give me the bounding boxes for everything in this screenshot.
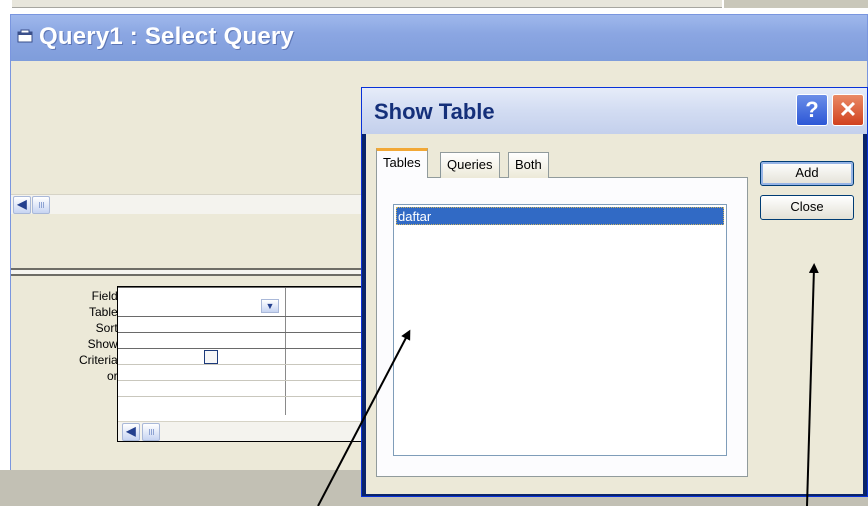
parent-toolbar-edge-right	[724, 0, 868, 8]
grid-line	[118, 316, 372, 317]
tab-both[interactable]: Both	[508, 152, 549, 178]
row-label-field: Field:	[91, 289, 121, 303]
dialog-body: Tables Queries Both daftar Add Close	[366, 134, 863, 494]
tables-tab-panel: daftar	[376, 177, 748, 477]
help-icon: ?	[805, 97, 819, 122]
help-button[interactable]: ?	[796, 94, 828, 126]
design-grid[interactable]: ▼ ◀	[117, 286, 382, 442]
dialog-title: Show Table	[374, 99, 495, 124]
dialog-close-x-button[interactable]: ✕	[832, 94, 864, 126]
scroll-thumb[interactable]	[32, 196, 50, 214]
query-window-icon	[17, 29, 33, 43]
row-label-sort: Sort:	[95, 321, 121, 335]
query-window-titlebar[interactable]: Query1 : Select Query	[11, 15, 867, 61]
chevron-down-icon: ▼	[265, 301, 275, 311]
tab-queries[interactable]: Queries	[440, 152, 500, 178]
grid-line	[118, 332, 372, 333]
grid-scroll-thumb[interactable]	[142, 423, 160, 441]
arrow-left-icon: ◀	[17, 197, 27, 211]
close-icon: ✕	[838, 97, 858, 122]
row-label-table: Table:	[88, 305, 121, 319]
design-grid-area: Field: Table: Sort: Show: Criteria: or: …	[11, 276, 382, 456]
scroll-left-button[interactable]: ◀	[13, 196, 31, 214]
grid-line	[118, 348, 372, 349]
query-window-title: Query1 : Select Query	[39, 23, 294, 50]
grid-scroll-left-button[interactable]: ◀	[122, 423, 140, 441]
parent-window-top-strip	[0, 0, 868, 14]
design-grid-row-labels: Field: Table: Sort: Show: Criteria: or:	[19, 288, 121, 384]
grid-line	[118, 364, 372, 365]
row-label-show: Show:	[87, 337, 121, 351]
dialog-titlebar[interactable]: Show Table ? ✕	[362, 88, 867, 134]
row-label-or: or:	[106, 369, 121, 383]
row-label-criteria: Criteria:	[78, 353, 121, 367]
pane-splitter[interactable]	[11, 268, 371, 276]
tab-tables[interactable]: Tables	[376, 148, 428, 178]
parent-toolbar-edge	[12, 0, 722, 8]
field-dropdown-button[interactable]: ▼	[261, 299, 279, 313]
grid-line	[118, 287, 372, 288]
table-list-item[interactable]: daftar	[396, 207, 724, 225]
table-list[interactable]: daftar	[393, 204, 727, 456]
table-pane-horizontal-scrollbar[interactable]: ◀	[11, 194, 371, 214]
grid-line	[118, 396, 372, 397]
close-button[interactable]: Close	[760, 195, 854, 220]
show-checkbox[interactable]	[204, 350, 218, 364]
arrow-left-icon: ◀	[126, 424, 136, 438]
design-grid-horizontal-scrollbar[interactable]: ◀	[118, 421, 372, 441]
show-table-dialog: Show Table ? ✕ Tables Queries Both dafta…	[361, 87, 868, 497]
add-button[interactable]: Add	[760, 161, 854, 186]
grid-line	[118, 380, 372, 381]
